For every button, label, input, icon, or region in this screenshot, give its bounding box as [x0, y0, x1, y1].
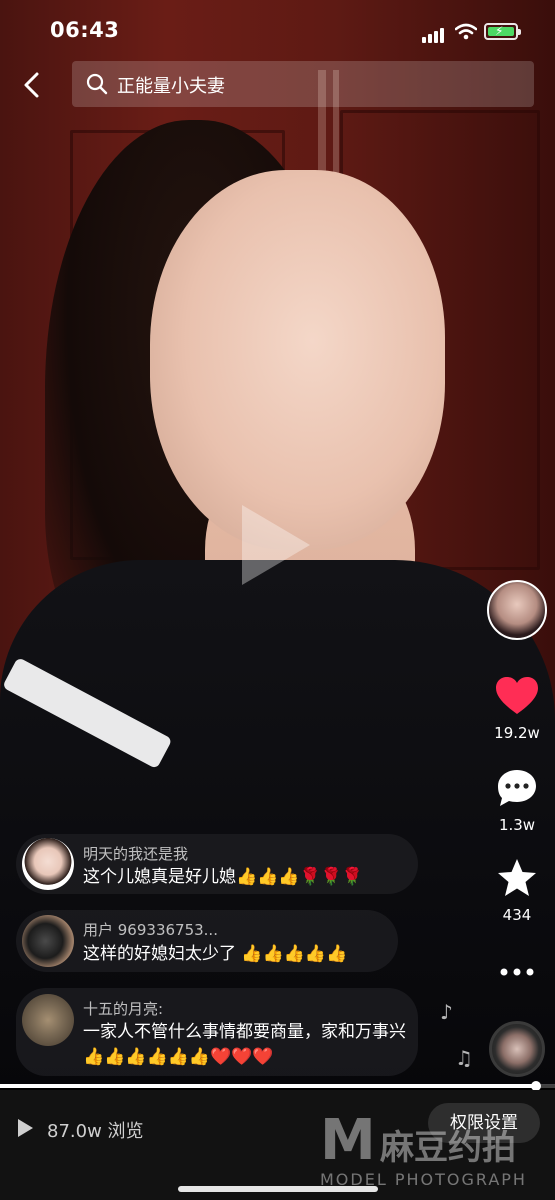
comment-text: 这样的好媳妇太少了 👍👍👍👍👍 [83, 944, 348, 964]
progress-fill [0, 1084, 536, 1088]
like-count: 19.2w [494, 724, 540, 742]
bottom-bar: 87.0w 浏览 M 麻豆约拍 MODEL PHOTOGRAPH 权限设置 [0, 1090, 555, 1200]
commenter-name: 十五的月亮: [83, 1000, 164, 1018]
wifi-icon [454, 23, 478, 44]
commenter-avatar [22, 838, 74, 890]
play-overlay-icon[interactable] [242, 505, 310, 585]
favorite-button[interactable] [487, 858, 547, 898]
favorite-count: 434 [502, 906, 532, 924]
like-button[interactable] [487, 676, 547, 716]
video-progress-bar[interactable] [0, 1081, 555, 1091]
status-bar: 06:43 ⚡ [0, 0, 555, 60]
back-button[interactable] [18, 70, 48, 100]
star-icon [498, 859, 536, 896]
floating-comment[interactable]: 用户 969336753... 这样的好媳妇太少了 👍👍👍👍👍 [16, 910, 398, 972]
floating-comment[interactable]: 十五的月亮: 一家人不管什么事情都要商量，家和万事兴👍👍👍👍👍👍❤️❤️❤️ [16, 988, 418, 1076]
comment-button[interactable] [487, 768, 547, 808]
comment-bubble-icon [498, 770, 536, 806]
permission-settings-button[interactable]: 权限设置 [428, 1103, 540, 1143]
chevron-left-icon [24, 72, 39, 98]
author-avatar[interactable] [487, 580, 547, 640]
status-time: 06:43 [50, 18, 120, 42]
music-note-icon: ♪ [440, 1000, 453, 1024]
comment-text: 一家人不管什么事情都要商量，家和万事兴👍👍👍👍👍👍❤️❤️❤️ [83, 1022, 406, 1067]
search-box[interactable]: 正能量小夫妻 [72, 61, 534, 107]
comment-text: 这个儿媳真是好儿媳👍👍👍🌹🌹🌹 [83, 867, 364, 887]
watermark-logo: M [320, 1108, 376, 1173]
commenter-name: 用户 969336753... [83, 921, 218, 939]
view-count: 87.0w 浏览 [47, 1121, 144, 1142]
music-disc-button[interactable] [489, 1021, 545, 1077]
commenter-avatar [22, 994, 74, 1046]
commenter-avatar [22, 915, 74, 967]
more-button[interactable] [487, 965, 547, 979]
battery-icon: ⚡ [484, 23, 521, 40]
heart-icon [496, 677, 538, 714]
comment-count: 1.3w [498, 816, 536, 834]
music-note-icon: ♫ [455, 1046, 473, 1070]
search-query: 正能量小夫妻 [117, 76, 225, 97]
person-face [150, 170, 445, 550]
commenter-name: 明天的我还是我 [83, 845, 189, 863]
cellular-signal-icon [422, 24, 446, 43]
more-dots-icon [500, 968, 534, 976]
search-icon [86, 73, 108, 99]
floating-comment[interactable]: 明天的我还是我 这个儿媳真是好儿媳👍👍👍🌹🌹🌹 [16, 834, 418, 894]
home-indicator [178, 1186, 378, 1192]
play-icon [18, 1119, 33, 1137]
